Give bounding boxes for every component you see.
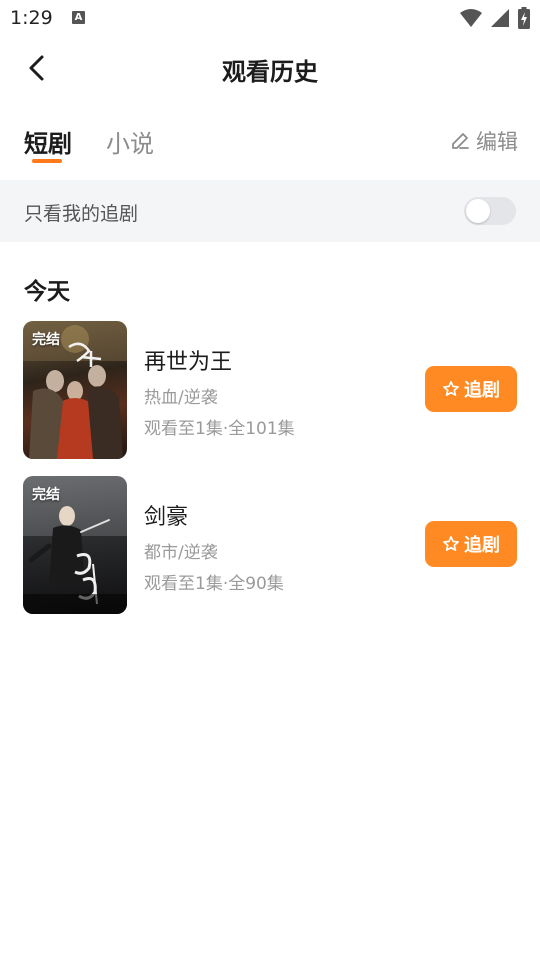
star-icon [443,536,459,551]
follow-label: 追剧 [464,535,500,556]
edit-label: 编辑 [476,130,518,154]
tab-novel[interactable]: 小说 [106,124,154,159]
status-time: 1:29 [10,7,53,29]
follow-filter-row: 只看我的追剧 [0,180,540,242]
watch-progress: 观看至1集·全101集 [144,419,295,439]
drama-title[interactable]: 剑豪 [144,499,188,531]
app-bar: 观看历史 [0,36,540,100]
follow-label: 追剧 [464,380,500,401]
pencil-icon [452,133,469,149]
drama-cover[interactable]: 完结 [23,476,127,614]
tab-indicator [32,159,62,163]
signal-icon [491,9,509,27]
follow-filter-label: 只看我的追剧 [24,203,139,225]
completed-badge: 完结 [32,332,60,348]
follow-filter-toggle[interactable] [464,197,516,225]
battery-icon [518,7,530,29]
completed-badge: 完结 [32,487,60,503]
watch-progress: 观看至1集·全90集 [144,574,284,594]
drama-genre: 热血/逆袭 [144,388,218,408]
edit-button[interactable]: 编辑 [450,126,518,156]
section-title-today: 今天 [24,279,70,305]
star-icon [443,381,459,396]
wifi-icon [460,9,482,27]
page-title: 观看历史 [222,58,318,86]
drama-title[interactable]: 再世为王 [144,344,232,376]
notification-icon: A [72,11,85,24]
drama-cover[interactable]: 完结 [23,321,127,459]
tab-short-drama[interactable]: 短剧 [24,124,72,159]
status-icons [460,7,530,29]
history-item[interactable]: 完结 再世为王 热血/逆袭 观看至1集·全101集 追剧 [0,320,540,460]
status-bar: 1:29 A [0,0,540,36]
tab-bar: 短剧 小说 编辑 [0,116,540,168]
history-item[interactable]: 完结 剑豪 都市/逆袭 观看至1集·全90集 追剧 [0,475,540,615]
follow-button[interactable]: 追剧 [425,366,517,412]
drama-genre: 都市/逆袭 [144,543,218,563]
toggle-knob [466,199,490,223]
follow-button[interactable]: 追剧 [425,521,517,567]
